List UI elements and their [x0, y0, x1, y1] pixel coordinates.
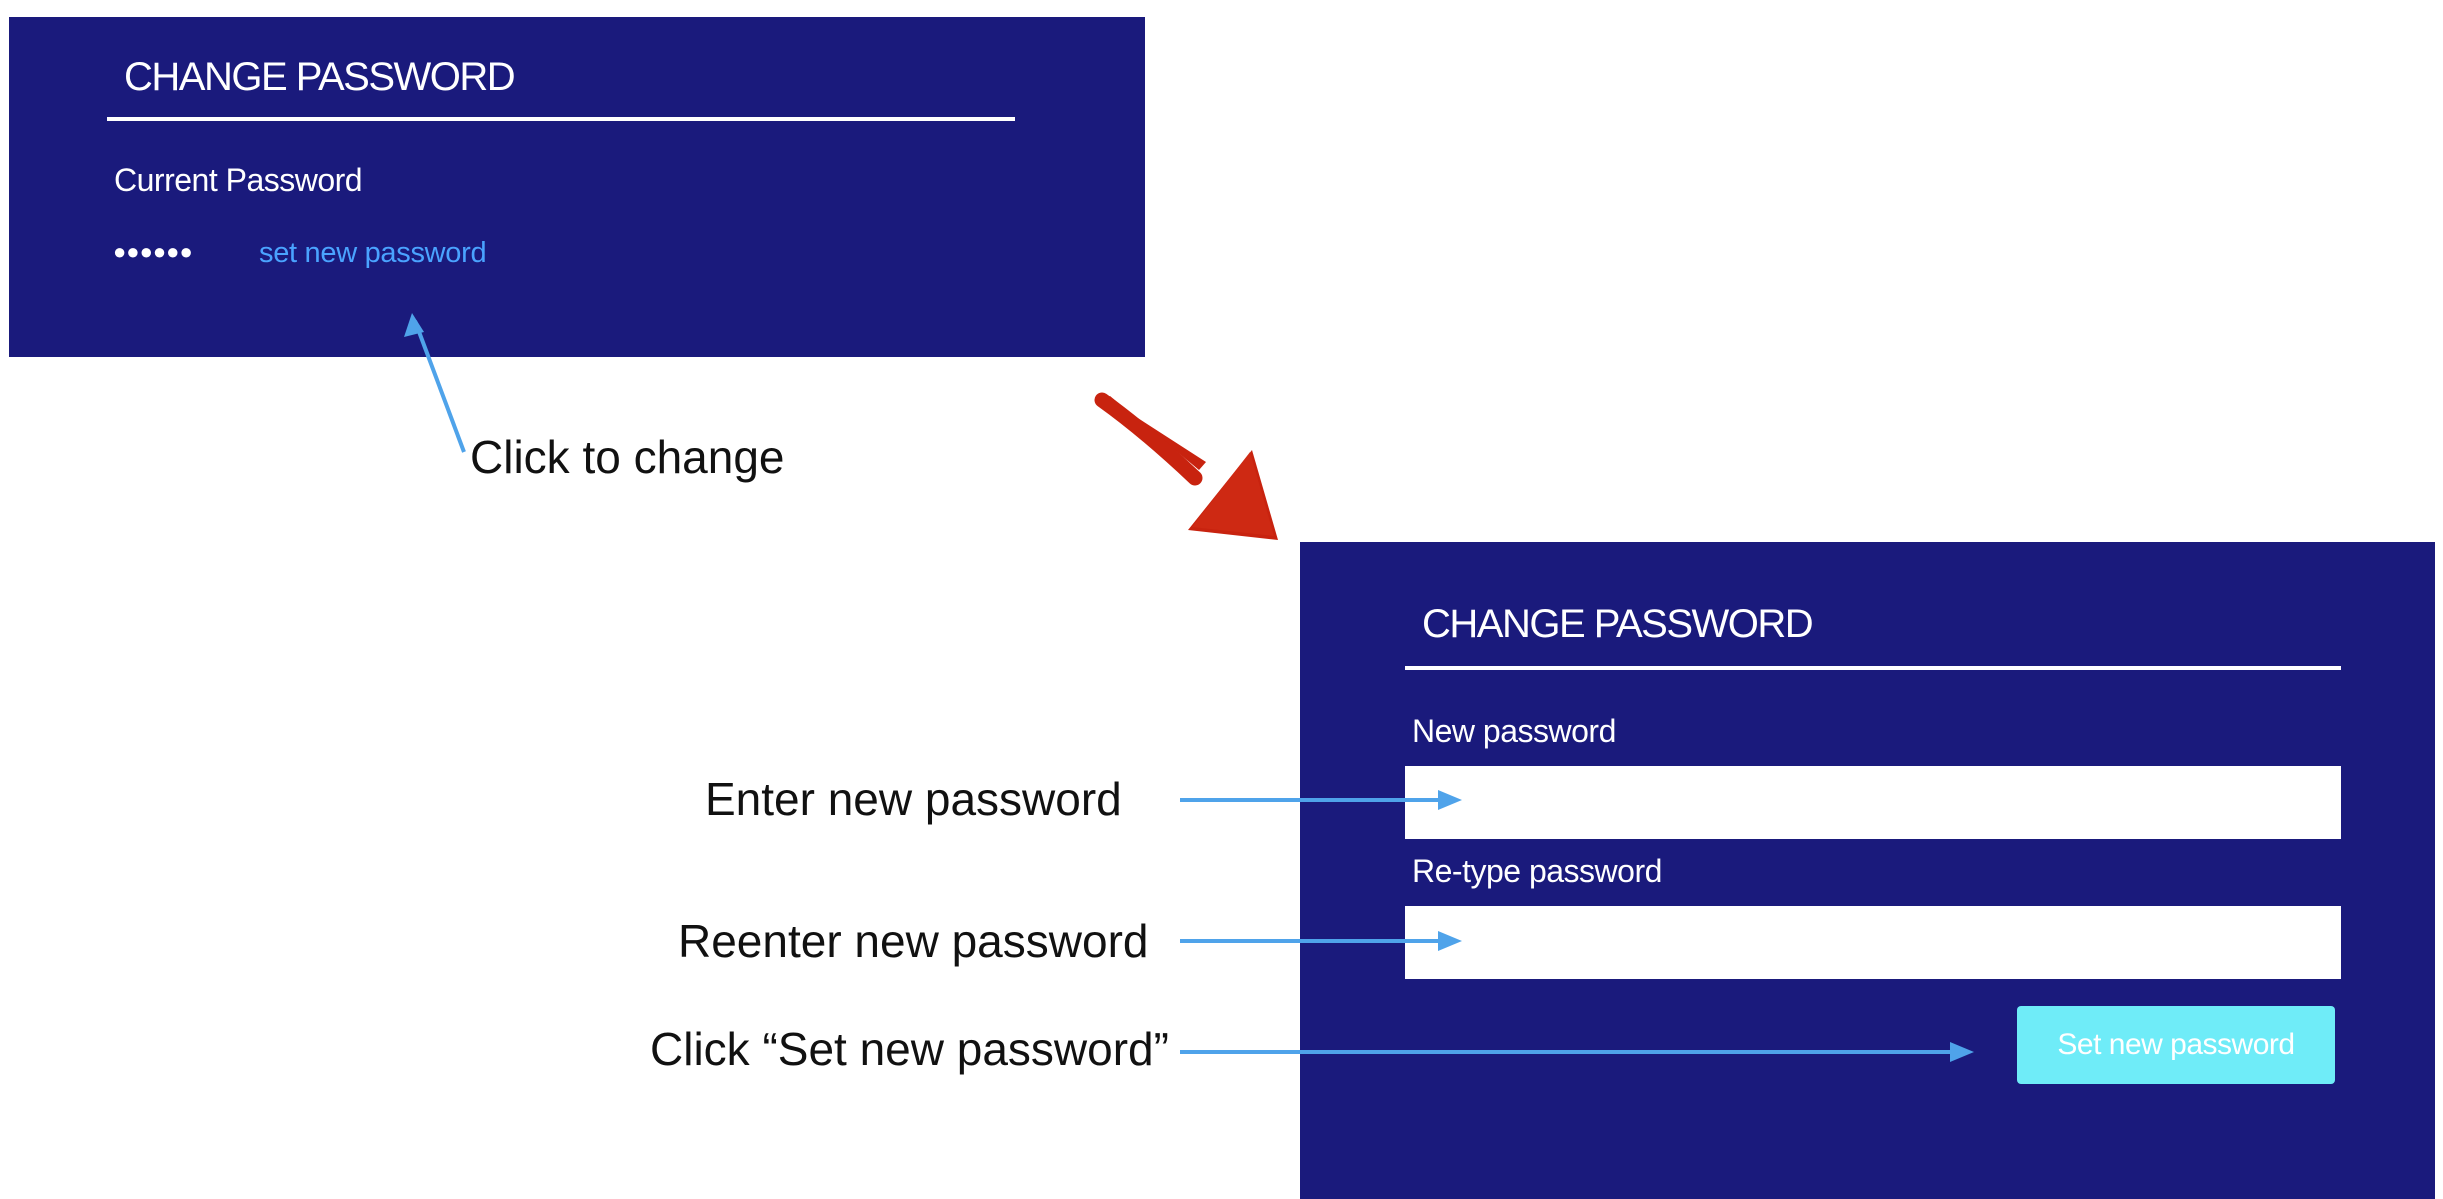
panel-title: CHANGE PASSWORD: [124, 55, 516, 99]
new-password-input[interactable]: [1405, 766, 2341, 839]
red-diagonal-arrow-icon: [1094, 392, 1278, 540]
annotation-reenter-new-password: Reenter new password: [678, 915, 1149, 967]
annotation-enter-new-password: Enter new password: [705, 773, 1122, 825]
panel-title: CHANGE PASSWORD: [1422, 602, 1814, 646]
masked-password: ●●●●●●: [113, 239, 193, 264]
change-password-panel-after: CHANGE PASSWORD New password Re-type pas…: [1300, 542, 2435, 1199]
set-new-password-link[interactable]: set new password: [259, 237, 487, 270]
retype-password-input[interactable]: [1405, 906, 2341, 979]
title-divider: [1405, 666, 2341, 670]
annotation-click-set-new-password: Click “Set new password”: [650, 1023, 1169, 1075]
change-password-panel-before: CHANGE PASSWORD Current Password ●●●●●● …: [9, 17, 1145, 357]
title-divider: [107, 117, 1015, 121]
set-new-password-button[interactable]: Set new password: [2017, 1006, 2335, 1084]
retype-password-label: Re-type password: [1412, 853, 1662, 889]
annotation-click-to-change: Click to change: [470, 431, 785, 483]
current-password-label: Current Password: [114, 162, 363, 198]
new-password-label: New password: [1412, 713, 1616, 749]
